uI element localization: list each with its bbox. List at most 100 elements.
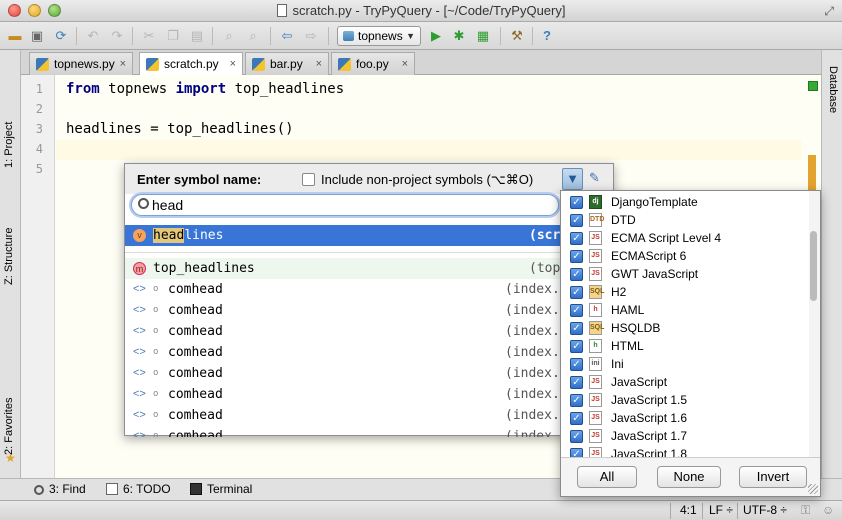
fullscreen-icon[interactable]: ⤢ <box>824 4 834 19</box>
checked-checkbox[interactable]: ✓ <box>570 376 583 389</box>
file-type-item[interactable]: ✓ JS ECMAScript 6 <box>561 247 809 265</box>
file-type-item[interactable]: ✓ dj DjangoTemplate <box>561 193 809 211</box>
encoding-selector[interactable]: UTF-8 ÷ <box>743 503 787 517</box>
haml-file-icon: h <box>589 303 602 317</box>
toolbar-separator <box>212 27 213 45</box>
todo-tool-button[interactable]: 6: TODO <box>106 482 171 496</box>
close-tab-icon[interactable]: × <box>230 53 236 75</box>
result-row[interactable]: m top_headlines (topn <box>125 258 613 279</box>
checked-checkbox[interactable]: ✓ <box>570 322 583 335</box>
copy-icon[interactable]: ❐ <box>164 27 182 45</box>
tab-bar[interactable]: bar.py × <box>245 52 329 75</box>
inspection-ok-icon[interactable] <box>808 81 818 91</box>
result-row[interactable]: <> o comhead (index.h <box>125 405 613 426</box>
visibility-dot-icon: o <box>153 368 159 378</box>
checked-checkbox[interactable]: ✓ <box>570 358 583 371</box>
close-tab-icon[interactable]: × <box>316 53 322 75</box>
file-type-item[interactable]: ✓ JS JavaScript 1.7 <box>561 427 809 445</box>
back-icon[interactable]: ⇦ <box>278 27 296 45</box>
close-tab-icon[interactable]: × <box>120 53 126 75</box>
select-none-button[interactable]: None <box>657 466 721 488</box>
include-non-project-checkbox[interactable] <box>302 173 315 186</box>
run-config-dropdown[interactable]: topnews ▼ <box>337 26 421 46</box>
file-type-item[interactable]: ✓ JS JavaScript <box>561 373 809 391</box>
symbol-results-list[interactable]: v headlines (scra m top_headlines (topn … <box>125 225 613 437</box>
line-number: 2 <box>35 102 43 116</box>
checked-checkbox[interactable]: ✓ <box>570 286 583 299</box>
result-row[interactable]: <> o comhead (index.h <box>125 342 613 363</box>
include-non-project-label[interactable]: Include non-project symbols (⌥⌘O) <box>321 172 533 188</box>
file-type-item[interactable]: ✓ JS JavaScript 1.5 <box>561 391 809 409</box>
result-row[interactable]: <> o comhead (index.h <box>125 321 613 342</box>
lock-icon[interactable]: ⚿ <box>801 503 810 518</box>
file-type-item[interactable]: ✓ JS JavaScript 1.8 <box>561 445 809 457</box>
favorites-tool-tab[interactable]: 2: Favorites <box>0 385 21 455</box>
coverage-icon[interactable]: ▦ <box>474 27 492 45</box>
paste-icon[interactable]: ▤ <box>188 27 206 45</box>
checked-checkbox[interactable]: ✓ <box>570 196 583 209</box>
file-type-item[interactable]: ✓ DTD DTD <box>561 211 809 229</box>
checked-checkbox[interactable]: ✓ <box>570 232 583 245</box>
save-icon[interactable]: ▣ <box>28 27 46 45</box>
favorites-star-icon: ★ <box>5 451 16 465</box>
structure-tool-tab[interactable]: Z: Structure <box>0 213 21 285</box>
file-type-item[interactable]: ✓ h HTML <box>561 337 809 355</box>
tab-topnews[interactable]: topnews.py × <box>29 52 133 75</box>
result-row[interactable]: <> o comhead (index.h <box>125 279 613 300</box>
hector-icon[interactable]: ☺ <box>822 503 834 517</box>
debug-icon[interactable]: ✱ <box>450 27 468 45</box>
file-type-item[interactable]: ✓ JS GWT JavaScript <box>561 265 809 283</box>
forward-icon[interactable]: ⇨ <box>302 27 320 45</box>
open-folder-icon[interactable]: ▬ <box>6 27 24 45</box>
result-row[interactable]: <> o comhead (index.h <box>125 300 613 321</box>
checked-checkbox[interactable]: ✓ <box>570 340 583 353</box>
select-all-button[interactable]: All <box>577 466 637 488</box>
file-type-item[interactable]: ✓ SQL HSQLDB <box>561 319 809 337</box>
file-type-item[interactable]: ✓ ini Ini <box>561 355 809 373</box>
undo-icon[interactable]: ↶ <box>84 27 102 45</box>
tab-scratch[interactable]: scratch.py × <box>139 52 243 76</box>
checked-checkbox[interactable]: ✓ <box>570 304 583 317</box>
result-row[interactable]: <> o comhead (index.h <box>125 384 613 405</box>
list-scrollbar[interactable] <box>810 231 817 301</box>
cut-icon[interactable]: ✂ <box>140 27 158 45</box>
line-separator-selector[interactable]: LF ÷ <box>709 503 733 517</box>
file-type-item[interactable]: ✓ JS ECMA Script Level 4 <box>561 229 809 247</box>
symbol-search-input[interactable] <box>152 197 552 213</box>
pin-icon[interactable]: ✎ <box>589 170 600 186</box>
settings-icon[interactable]: ⚒ <box>508 27 526 45</box>
help-icon[interactable]: ? <box>538 27 556 45</box>
terminal-tool-button[interactable]: Terminal <box>190 482 252 496</box>
checked-checkbox[interactable]: ✓ <box>570 412 583 425</box>
database-tool-tab[interactable]: Database <box>822 66 842 126</box>
checked-checkbox[interactable]: ✓ <box>570 430 583 443</box>
replace-icon[interactable]: ⌕ <box>244 27 262 45</box>
result-row[interactable]: <> o comhead (index.h <box>125 363 613 384</box>
result-row[interactable]: v headlines (scra <box>125 225 613 246</box>
js-file-icon: JS <box>589 375 602 389</box>
checked-checkbox[interactable]: ✓ <box>570 448 583 457</box>
find-icon[interactable]: ⌕ <box>220 27 238 45</box>
tab-foo[interactable]: foo.py × <box>331 52 415 75</box>
resize-grip[interactable] <box>808 484 818 494</box>
symbol-search-field[interactable] <box>131 194 559 216</box>
sync-icon[interactable]: ⟳ <box>52 27 70 45</box>
checked-checkbox[interactable]: ✓ <box>570 250 583 263</box>
file-type-item[interactable]: ✓ JS JavaScript 1.6 <box>561 409 809 427</box>
redo-icon[interactable]: ↷ <box>108 27 126 45</box>
run-icon[interactable]: ▶ <box>427 27 445 45</box>
close-tab-icon[interactable]: × <box>402 53 408 75</box>
filter-icon[interactable]: ▼ <box>562 168 583 190</box>
checked-checkbox[interactable]: ✓ <box>570 394 583 407</box>
file-type-list[interactable]: ✓ dj DjangoTemplate ✓ DTD DTD ✓ JS ECMA Script… <box>561 191 809 457</box>
invert-selection-button[interactable]: Invert <box>739 466 807 488</box>
caret-position[interactable]: 4:1 <box>680 503 697 517</box>
result-row[interactable]: <> o comhead (index.h <box>125 426 613 437</box>
file-type-item[interactable]: ✓ SQL H2 <box>561 283 809 301</box>
project-tool-tab[interactable]: 1: Project <box>0 108 21 168</box>
line-number: 3 <box>35 122 43 136</box>
file-type-item[interactable]: ✓ h HAML <box>561 301 809 319</box>
checked-checkbox[interactable]: ✓ <box>570 214 583 227</box>
checked-checkbox[interactable]: ✓ <box>570 268 583 281</box>
find-tool-button[interactable]: 3: Find <box>34 482 86 496</box>
